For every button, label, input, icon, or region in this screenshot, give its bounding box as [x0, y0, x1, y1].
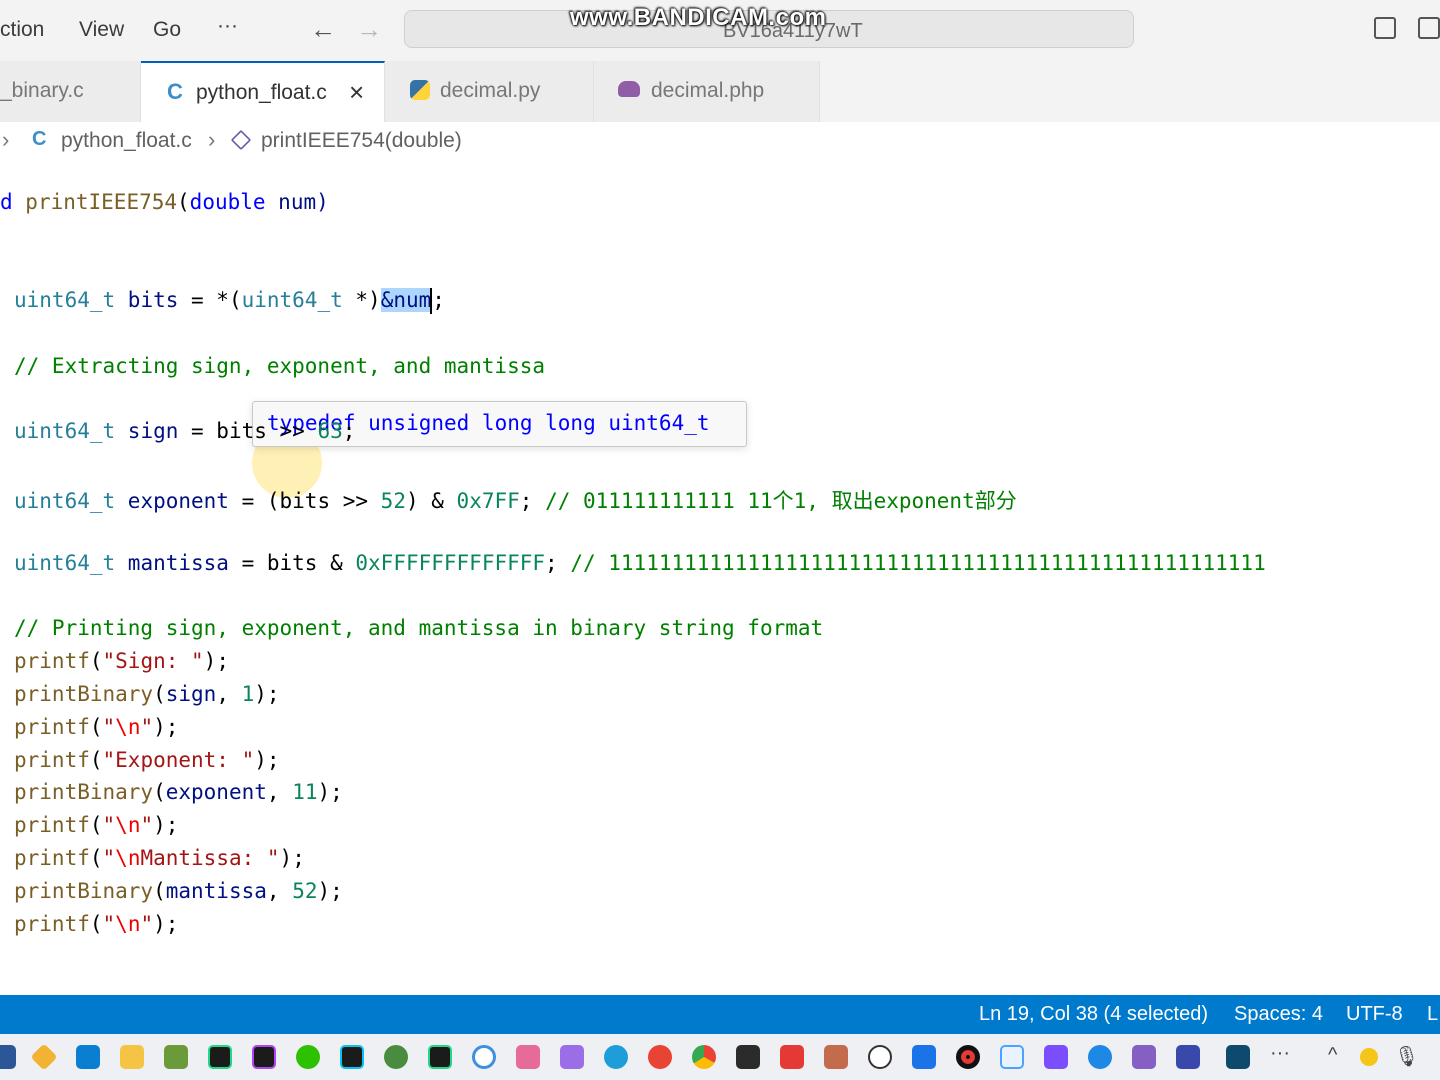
clock-icon[interactable] [868, 1045, 892, 1069]
code-line: printf("\nMantissa: "); [14, 846, 305, 870]
goland-icon[interactable] [340, 1045, 364, 1069]
pycharm-icon[interactable] [428, 1045, 452, 1069]
chrome-icon[interactable] [692, 1045, 716, 1069]
app-icon[interactable] [1226, 1045, 1250, 1069]
c-file-icon: C [167, 79, 183, 104]
app-icon[interactable] [472, 1045, 496, 1069]
file-explorer-icon[interactable] [120, 1045, 144, 1069]
menu-go[interactable]: Go [153, 18, 181, 42]
method-cube-icon [230, 129, 252, 151]
app-icon[interactable] [824, 1045, 848, 1069]
code-line: printf("Exponent: "); [14, 748, 280, 772]
selected-text: &num [380, 288, 432, 312]
code-line: printBinary(mantissa, 52); [14, 879, 343, 903]
chevron-right-icon: › [2, 127, 10, 152]
code-line: printf("\n"); [14, 912, 179, 936]
microphone-icon[interactable]: 🎙 [1394, 1044, 1419, 1069]
edge-icon[interactable] [604, 1045, 628, 1069]
visual-studio-icon[interactable] [1132, 1045, 1156, 1069]
code-line: uint64_t exponent = (bits >> 52) & 0x7FF… [14, 489, 1017, 513]
app-icon[interactable] [912, 1045, 936, 1069]
recording-watermark: www.BANDICAM.com [570, 4, 827, 31]
app-icon[interactable] [30, 1043, 58, 1071]
menu-view[interactable]: View [79, 18, 124, 42]
app-icon[interactable] [1044, 1045, 1068, 1069]
code-editor[interactable]: d printIEEE754(double num) typedef unsig… [0, 162, 1440, 995]
app-icon[interactable] [1088, 1045, 1112, 1069]
editor-tab-bar: _binary.c C python_float.c × decimal.py … [0, 61, 1440, 122]
menu-more[interactable]: ··· [217, 14, 238, 38]
app-icon[interactable] [1176, 1045, 1200, 1069]
vscode-icon[interactable] [76, 1045, 100, 1069]
code-line: // Printing sign, exponent, and mantissa… [14, 616, 824, 640]
status-cursor-position[interactable]: Ln 19, Col 38 (4 selected) [979, 1003, 1208, 1026]
status-bar: Ln 19, Col 38 (4 selected) Spaces: 4 UTF… [0, 995, 1440, 1034]
breadcrumb-file[interactable]: python_float.c [61, 129, 192, 153]
tray-chevron-up-icon[interactable]: ^ [1328, 1044, 1337, 1067]
code-line: uint64_t bits = *(uint64_t *)&num; [14, 288, 445, 314]
php-file-icon [618, 81, 640, 97]
status-encoding[interactable]: UTF-8 [1346, 1003, 1403, 1026]
back-arrow-icon[interactable]: ← [310, 14, 336, 45]
code-line: printf("\n"); [14, 715, 179, 739]
terminal-icon[interactable] [736, 1045, 760, 1069]
tab-label: _binary.c [0, 79, 84, 102]
tab-label: decimal.py [440, 79, 541, 102]
code-line: printf("\n"); [14, 813, 179, 837]
tray-app-icon[interactable] [1360, 1048, 1378, 1066]
tab-decimal-php[interactable]: decimal.php [594, 61, 820, 122]
notepad-icon[interactable] [164, 1045, 188, 1069]
breadcrumb: › C python_float.c › printIEEE754(double… [0, 122, 1440, 162]
code-line: uint64_t sign = bits >> 63; [14, 419, 356, 443]
tab-label: python_float.c [196, 81, 327, 104]
tab-label: decimal.php [651, 79, 765, 102]
code-line: d printIEEE754(double num) [0, 190, 329, 214]
wechat-icon[interactable] [296, 1045, 320, 1069]
tab-binary-c[interactable]: _binary.c [0, 61, 141, 122]
app-icon[interactable] [0, 1045, 16, 1069]
app-icon[interactable] [516, 1045, 540, 1069]
breadcrumb-symbol[interactable]: printIEEE754(double) [261, 129, 462, 153]
status-indentation[interactable]: Spaces: 4 [1234, 1003, 1323, 1026]
code-line: printf("Sign: "); [14, 649, 229, 673]
tab-decimal-py[interactable]: decimal.py [385, 61, 594, 122]
forward-arrow-icon[interactable]: → [356, 14, 382, 45]
toggle-panel-icon[interactable] [1418, 17, 1440, 39]
app-icon[interactable] [1000, 1045, 1024, 1069]
bandicam-record-icon[interactable] [956, 1045, 980, 1069]
python-file-icon [410, 80, 430, 100]
status-eol[interactable]: L [1427, 1003, 1438, 1026]
code-line: printBinary(exponent, 11); [14, 780, 343, 804]
c-file-icon: C [32, 128, 47, 150]
phpstorm-icon[interactable] [252, 1045, 276, 1069]
taskbar-overflow[interactable]: ··· [1270, 1042, 1290, 1065]
app-icon[interactable] [648, 1045, 672, 1069]
title-bar: ction View Go ··· ← → BV16a411y7wT www.B… [0, 0, 1440, 61]
code-line: uint64_t mantissa = bits & 0xFFFFFFFFFFF… [14, 551, 1266, 575]
code-line: // Extracting sign, exponent, and mantis… [14, 354, 546, 378]
tab-python-float-c[interactable]: C python_float.c × [141, 61, 385, 122]
app-icon[interactable] [384, 1045, 408, 1069]
chevron-right-icon: › [208, 127, 216, 152]
clion-icon[interactable] [208, 1045, 232, 1069]
code-line: printBinary(sign, 1); [14, 682, 280, 706]
youdao-icon[interactable] [780, 1045, 804, 1069]
close-icon[interactable]: × [349, 77, 364, 108]
toggle-sidebar-icon[interactable] [1374, 17, 1396, 39]
app-icon[interactable] [560, 1045, 584, 1069]
windows-taskbar: ··· ^ 🎙 [0, 1034, 1440, 1080]
menu-selection[interactable]: ction [0, 18, 44, 42]
